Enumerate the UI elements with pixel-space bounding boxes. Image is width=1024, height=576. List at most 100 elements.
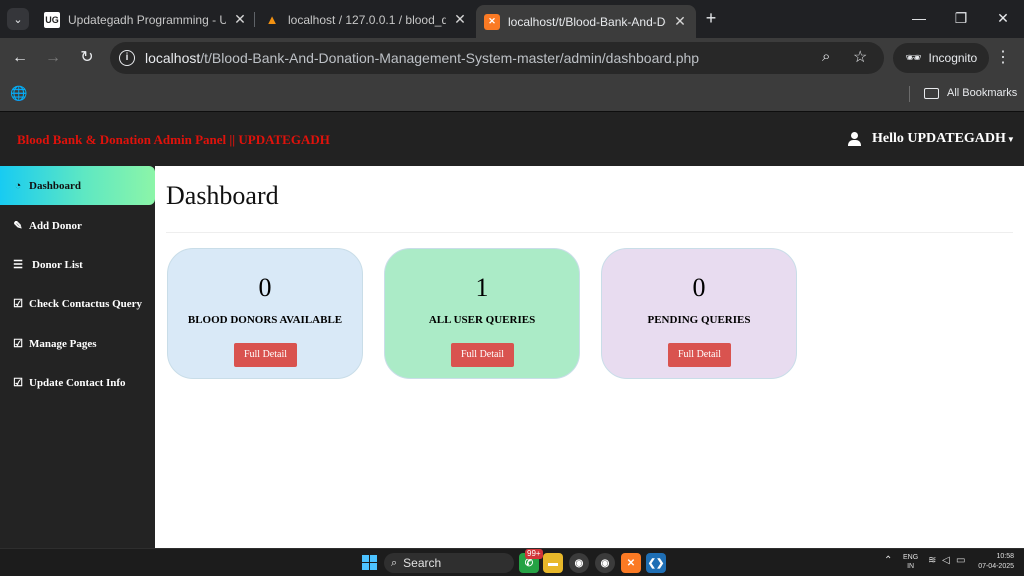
sidebar-item-dashboard[interactable]: ◔ Dashboard [0, 166, 155, 205]
dashboard-icon: ◔ [14, 179, 22, 192]
title-divider [166, 232, 1013, 233]
chrome-profile-icon[interactable]: ◉ [595, 553, 615, 573]
tab-phpmyadmin[interactable]: ▲ localhost / 127.0.0.1 / blood_dona ✕ [256, 5, 476, 34]
battery-icon[interactable]: ▭ [956, 555, 965, 566]
file-explorer-icon[interactable]: ▬ [543, 553, 563, 573]
full-detail-button[interactable]: Full Detail [668, 343, 731, 367]
zoom-icon[interactable]: ⌕ [822, 48, 830, 65]
forward-button[interactable]: → [42, 47, 64, 69]
back-button[interactable]: ← [9, 47, 31, 69]
clock-date: 07-04-2025 [978, 563, 1014, 570]
card-value: 1 [475, 273, 489, 302]
checkbox-icon: ☑ [13, 377, 23, 389]
checkbox-icon: ☑ [13, 298, 23, 310]
phpmyadmin-favicon-icon: ▲ [265, 12, 279, 27]
chevron-down-icon: ⌄ [13, 13, 23, 26]
caret-down-icon: ▼ [1006, 134, 1015, 144]
user-menu[interactable]: Hello UPDATEGADH ▼ [848, 131, 1015, 147]
tab-search-button[interactable]: ⌄ [7, 8, 29, 30]
incognito-indicator[interactable]: 🕶 Incognito [893, 43, 990, 73]
incognito-label: Incognito [928, 51, 978, 65]
restore-button[interactable]: ❐ [946, 6, 976, 30]
full-detail-button[interactable]: Full Detail [234, 343, 297, 367]
bookmarks-bar: 🌐 All Bookmarks [0, 78, 1024, 111]
bookmarks-divider [909, 86, 910, 102]
tab-dashboard[interactable]: ✕ localhost/t/Blood-Bank-And-Dona ✕ [476, 5, 696, 38]
browser-toolbar: ← → ↻ i localhost/t/Blood-Bank-And-Donat… [0, 38, 1024, 78]
new-tab-button[interactable]: + [700, 6, 722, 30]
sidebar-item-label: Check Contactus Query [29, 297, 143, 310]
tab-title: Updategadh Programming - Upda [68, 12, 226, 27]
close-tab-icon[interactable]: ✕ [672, 13, 688, 30]
language-indicator[interactable]: ENG IN [903, 553, 918, 571]
sidebar-item-update-contact-info[interactable]: ☑ Update Contact Info [0, 363, 155, 402]
card-blood-donors: 0 BLOOD DONORS AVAILABLE Full Detail [167, 248, 363, 379]
tab-title: localhost / 127.0.0.1 / blood_dona [288, 12, 446, 27]
xampp-icon[interactable]: ✕ [621, 553, 641, 573]
card-pending-queries: 0 PENDING QUERIES Full Detail [601, 248, 797, 379]
all-bookmarks-label: All Bookmarks [947, 87, 1018, 99]
browser-menu-icon[interactable]: ⋮ [995, 47, 1011, 67]
search-icon: ⌕ [391, 556, 398, 569]
sidebar-item-add-donor[interactable]: ✎ Add Donor [0, 206, 155, 245]
close-tab-icon[interactable]: ✕ [452, 11, 468, 28]
window-close-button[interactable]: ✕ [988, 6, 1018, 30]
windows-start-icon[interactable] [362, 555, 377, 570]
tray-overflow-icon[interactable]: ⌃ [884, 555, 892, 566]
language-label: ENG [903, 554, 919, 561]
incognito-icon: 🕶 [905, 50, 922, 65]
notification-badge: 99+ [525, 549, 543, 559]
url-text[interactable]: localhost/t/Blood-Bank-And-Donation-Mana… [145, 50, 699, 66]
tab-updategadh[interactable]: UG Updategadh Programming - Upda ✕ [36, 5, 256, 34]
card-label: ALL USER QUERIES [428, 314, 536, 326]
sidebar-item-label: Donor List [32, 258, 83, 271]
chrome-icon[interactable]: ◉ [569, 553, 589, 573]
sidebar-item-label: Manage Pages [29, 337, 97, 350]
sidebar-item-label: Dashboard [29, 179, 81, 192]
card-label: BLOOD DONORS AVAILABLE [187, 314, 343, 326]
windows-taskbar: ⌕ Search ✆ 99+ ▬ ◉ ◉ ✕ ❮❯ ⌃ ENG IN ≋ ◁ ▭… [0, 548, 1024, 576]
region-label: IN [907, 563, 915, 570]
sidebar-item-check-contactus-query[interactable]: ☑ Check Contactus Query [0, 284, 155, 323]
reload-button[interactable]: ↻ [76, 47, 98, 69]
site-info-icon[interactable]: i [119, 50, 135, 66]
sidebar: ◔ Dashboard ✎ Add Donor ☰ Donor List ☑ C… [0, 166, 155, 548]
user-greeting: Hello UPDATEGADH [872, 131, 1006, 146]
xampp-favicon-icon: ✕ [484, 13, 500, 30]
tab-title: localhost/t/Blood-Bank-And-Dona [508, 14, 666, 29]
card-user-queries: 1 ALL USER QUERIES Full Detail [384, 248, 580, 379]
clock-time: 10:58 [996, 553, 1014, 560]
pencil-icon: ✎ [13, 220, 23, 232]
sidebar-item-manage-pages[interactable]: ☑ Manage Pages [0, 324, 155, 363]
sidebar-item-label: Update Contact Info [29, 376, 126, 389]
close-tab-icon[interactable]: ✕ [232, 11, 248, 28]
minimize-button[interactable]: — [904, 6, 934, 30]
taskbar-search-label: Search [403, 556, 442, 570]
taskbar-search[interactable]: ⌕ Search [384, 553, 514, 573]
address-bar[interactable]: i localhost/t/Blood-Bank-And-Donation-Ma… [110, 42, 884, 74]
page-viewport: Blood Bank & Donation Admin Panel || UPD… [0, 111, 1024, 548]
sidebar-item-label: Add Donor [29, 219, 82, 232]
url-path: /t/Blood-Bank-And-Donation-Management-Sy… [200, 50, 700, 66]
wifi-icon[interactable]: ≋ [928, 555, 936, 566]
globe-icon[interactable]: 🌐 [10, 85, 27, 102]
full-detail-button[interactable]: Full Detail [451, 343, 514, 367]
folder-icon [924, 87, 939, 99]
brand-title[interactable]: Blood Bank & Donation Admin Panel || UPD… [17, 132, 330, 148]
all-bookmarks-button[interactable]: All Bookmarks [924, 87, 1017, 99]
bookmark-star-icon[interactable]: ☆ [853, 47, 867, 67]
system-clock[interactable]: 10:58 07-04-2025 [976, 552, 1014, 572]
sidebar-item-donor-list[interactable]: ☰ Donor List [0, 245, 155, 284]
tab-divider [254, 12, 255, 27]
card-value: 0 [258, 273, 272, 302]
user-icon [848, 132, 861, 146]
top-navbar: Blood Bank & Donation Admin Panel || UPD… [0, 111, 1024, 166]
vscode-icon[interactable]: ❮❯ [646, 553, 666, 573]
checkbox-icon: ☑ [13, 338, 23, 350]
volume-icon[interactable]: ◁ [942, 555, 950, 566]
list-icon: ☰ [13, 259, 23, 271]
page-title: Dashboard [166, 181, 279, 210]
card-value: 0 [692, 273, 706, 302]
browser-tabstrip: ⌄ UG Updategadh Programming - Upda ✕ ▲ l… [0, 0, 1024, 38]
card-label: PENDING QUERIES [647, 314, 751, 326]
